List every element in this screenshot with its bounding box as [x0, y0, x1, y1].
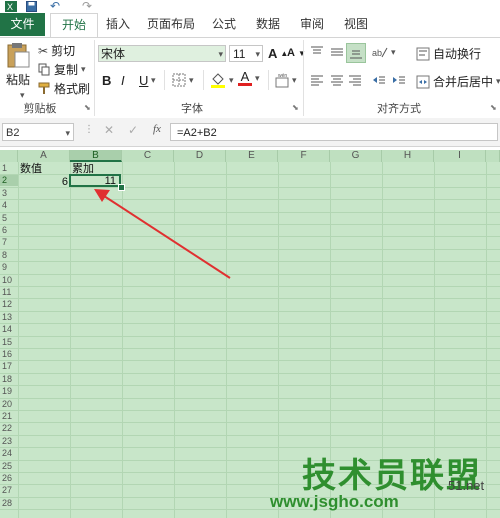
- watermark-url: www.jsgho.com: [270, 492, 399, 511]
- watermark-suffix: 51.net: [448, 478, 485, 493]
- red-arrow-annotation: [94, 189, 231, 279]
